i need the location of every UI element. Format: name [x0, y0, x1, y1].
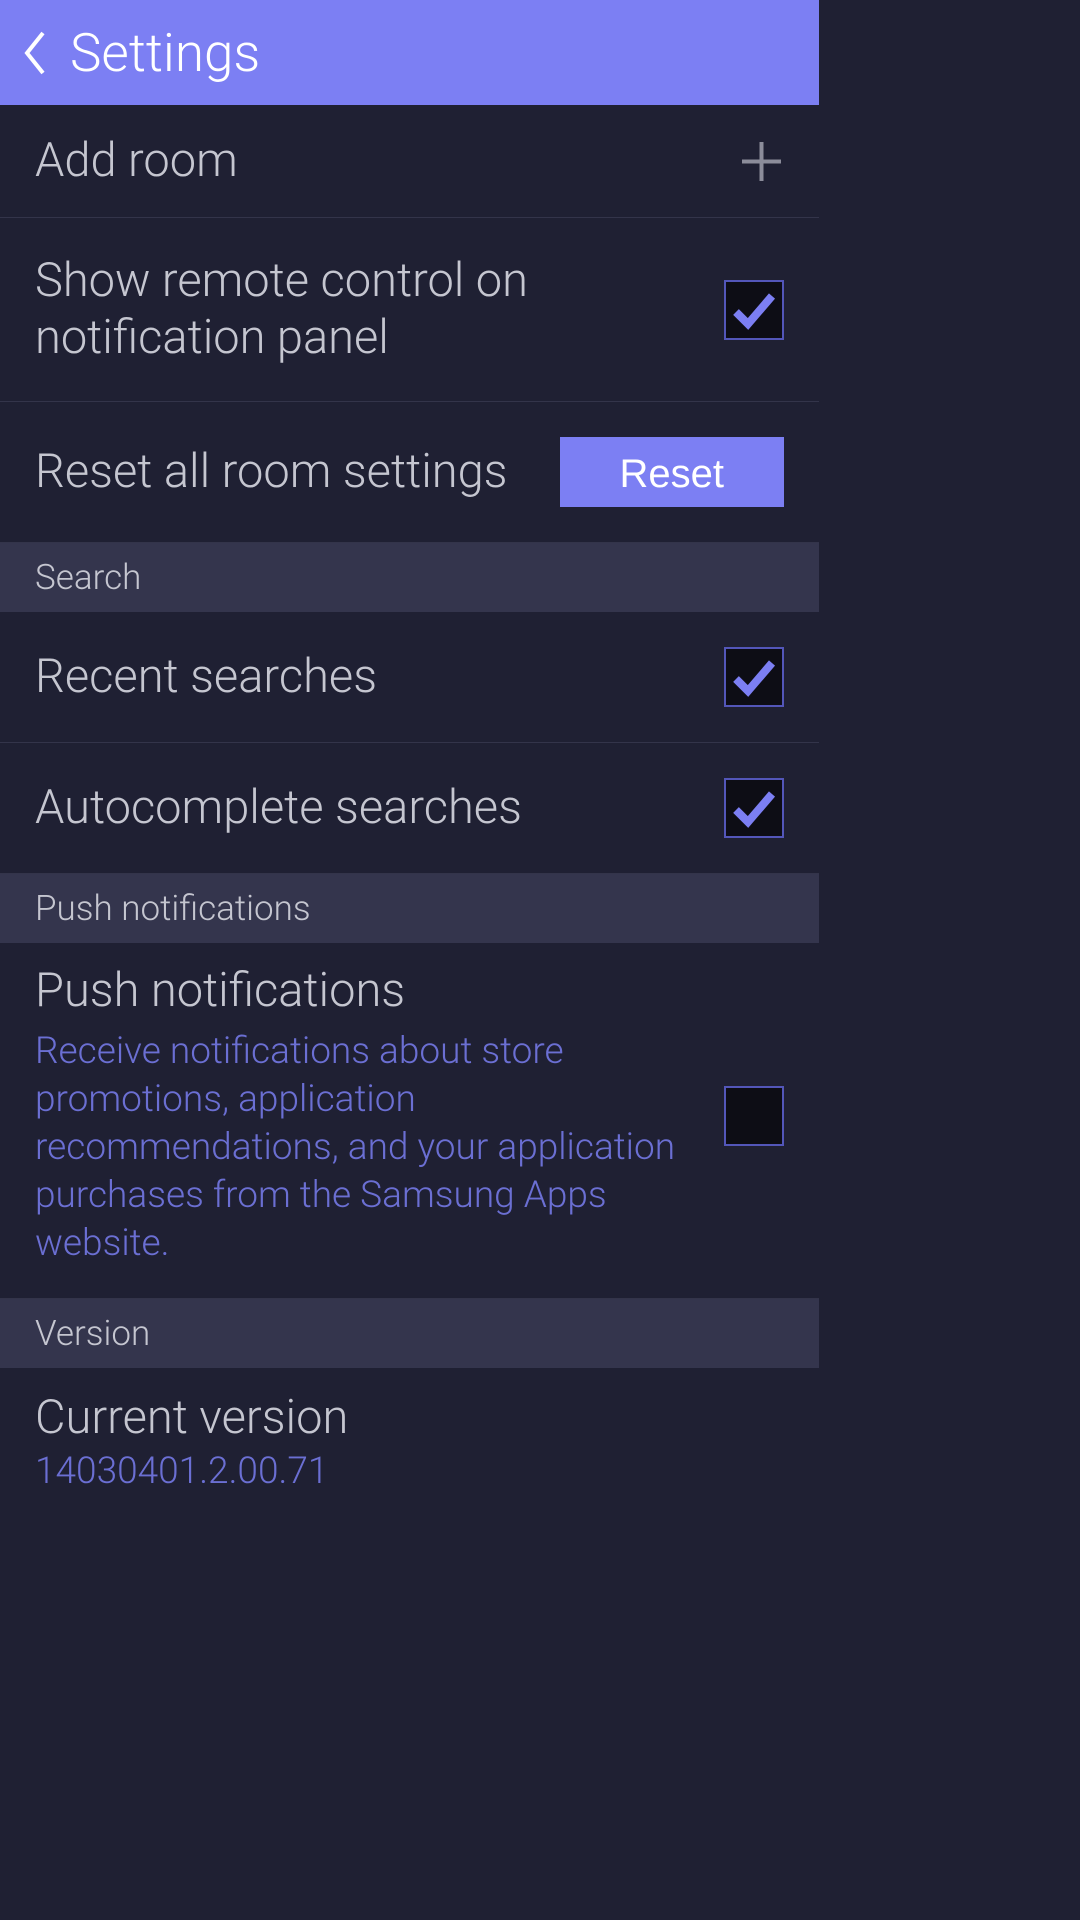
add-room-label: Add room — [35, 133, 739, 189]
plus-icon — [739, 139, 784, 184]
reset-room-row: Reset all room settings Reset — [0, 402, 819, 543]
version-row: Current version 14030401.2.00.71 — [0, 1368, 819, 1515]
recent-searches-checkbox[interactable] — [724, 647, 784, 707]
reset-room-label: Reset all room settings — [35, 444, 560, 500]
reset-button[interactable]: Reset — [560, 437, 785, 507]
push-section-header: Push notifications — [0, 874, 819, 943]
autocomplete-label: Autocomplete searches — [35, 780, 724, 836]
autocomplete-row[interactable]: Autocomplete searches — [0, 743, 819, 874]
push-checkbox[interactable] — [724, 1086, 784, 1146]
push-content: Push notifications Receive notifications… — [35, 963, 724, 1268]
show-remote-label: Show remote control on notification pane… — [35, 253, 724, 366]
version-value: 14030401.2.00.71 — [35, 1450, 784, 1493]
push-description: Receive notifications about store promot… — [35, 1028, 704, 1268]
version-section-header: Version — [0, 1299, 819, 1368]
recent-searches-label: Recent searches — [35, 649, 724, 705]
autocomplete-checkbox[interactable] — [724, 778, 784, 838]
page-title: Settings — [70, 22, 260, 84]
version-label: Current version — [35, 1390, 784, 1445]
push-notifications-row[interactable]: Push notifications Receive notifications… — [0, 943, 819, 1299]
back-icon[interactable] — [20, 28, 50, 78]
header-bar: Settings — [0, 0, 819, 105]
show-remote-row[interactable]: Show remote control on notification pane… — [0, 218, 819, 402]
add-room-row[interactable]: Add room — [0, 105, 819, 218]
push-label: Push notifications — [35, 963, 704, 1019]
show-remote-checkbox[interactable] — [724, 280, 784, 340]
search-section-header: Search — [0, 543, 819, 612]
recent-searches-row[interactable]: Recent searches — [0, 612, 819, 743]
